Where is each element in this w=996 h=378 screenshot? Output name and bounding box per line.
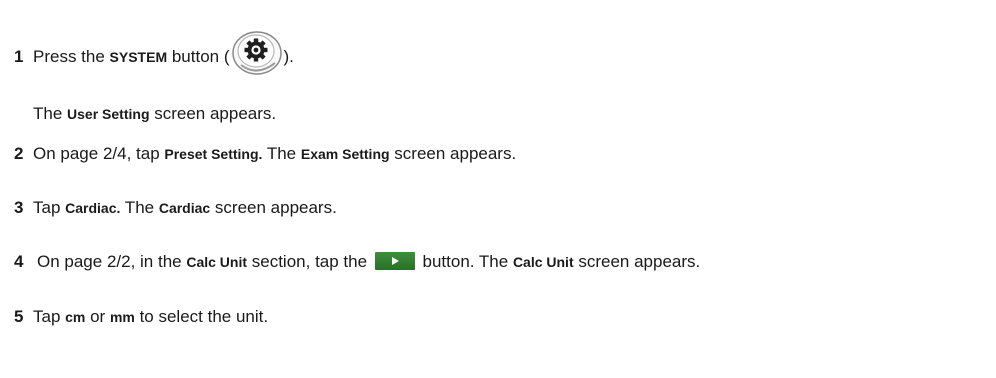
step-text: On page 2/2, in the	[37, 252, 187, 271]
step-2: 2 On page 2/4, tap Preset Setting. The Ex…	[14, 143, 516, 165]
step-text: to select the unit.	[134, 307, 269, 326]
step-3: 3 Tap Cardiac. The Cardiac screen appears…	[14, 197, 337, 219]
system-gear-icon	[231, 31, 283, 75]
step-text: ).	[283, 47, 294, 66]
ui-label-calc-unit: Calc Unit	[186, 254, 248, 270]
step-text: screen appears.	[389, 144, 517, 163]
step-number: 2	[14, 144, 24, 163]
ui-label-exam-setting: Exam Setting	[300, 146, 390, 162]
step-text: The	[262, 144, 301, 163]
step-text: On page 2/4, tap	[33, 144, 165, 163]
play-button-icon	[374, 252, 415, 270]
step-text: Tap	[33, 198, 66, 217]
step-text: button (	[167, 47, 230, 66]
step-text: Press the	[33, 47, 110, 66]
step-text: screen appears.	[573, 252, 701, 271]
step-number: 3	[14, 198, 24, 217]
step-text: screen appears.	[210, 198, 337, 217]
ui-label-mm: mm	[109, 309, 135, 325]
ui-label-cardiac-screen: Cardiac	[158, 200, 211, 216]
step-text: screen appears.	[149, 104, 277, 123]
step-1-result: The User Setting screen appears.	[33, 103, 276, 125]
step-number: 1	[14, 47, 24, 66]
step-number: 5	[14, 307, 24, 326]
ui-label-cm: cm	[65, 309, 86, 325]
ui-label-calc-unit-screen: Calc Unit	[512, 254, 574, 270]
step-text: button. The	[417, 252, 513, 271]
step-1: 1 Press the SYSTEM button ().	[14, 31, 294, 75]
step-text: The	[33, 104, 68, 123]
step-4: 4 On page 2/2, in the Calc Unit section, …	[14, 251, 700, 273]
ui-label-preset-setting: Preset Setting.	[164, 146, 263, 162]
ui-label-cardiac: Cardiac.	[65, 200, 121, 216]
step-number: 4	[14, 252, 24, 271]
ui-label-user-setting: User Setting	[67, 106, 150, 122]
step-text: Tap	[33, 307, 66, 326]
ui-label-system: SYSTEM	[109, 49, 168, 65]
step-5: 5 Tap cm or mm to select the unit.	[14, 306, 268, 328]
step-text: The	[120, 198, 159, 217]
step-text: or	[85, 307, 110, 326]
step-text: section, tap the	[247, 252, 372, 271]
